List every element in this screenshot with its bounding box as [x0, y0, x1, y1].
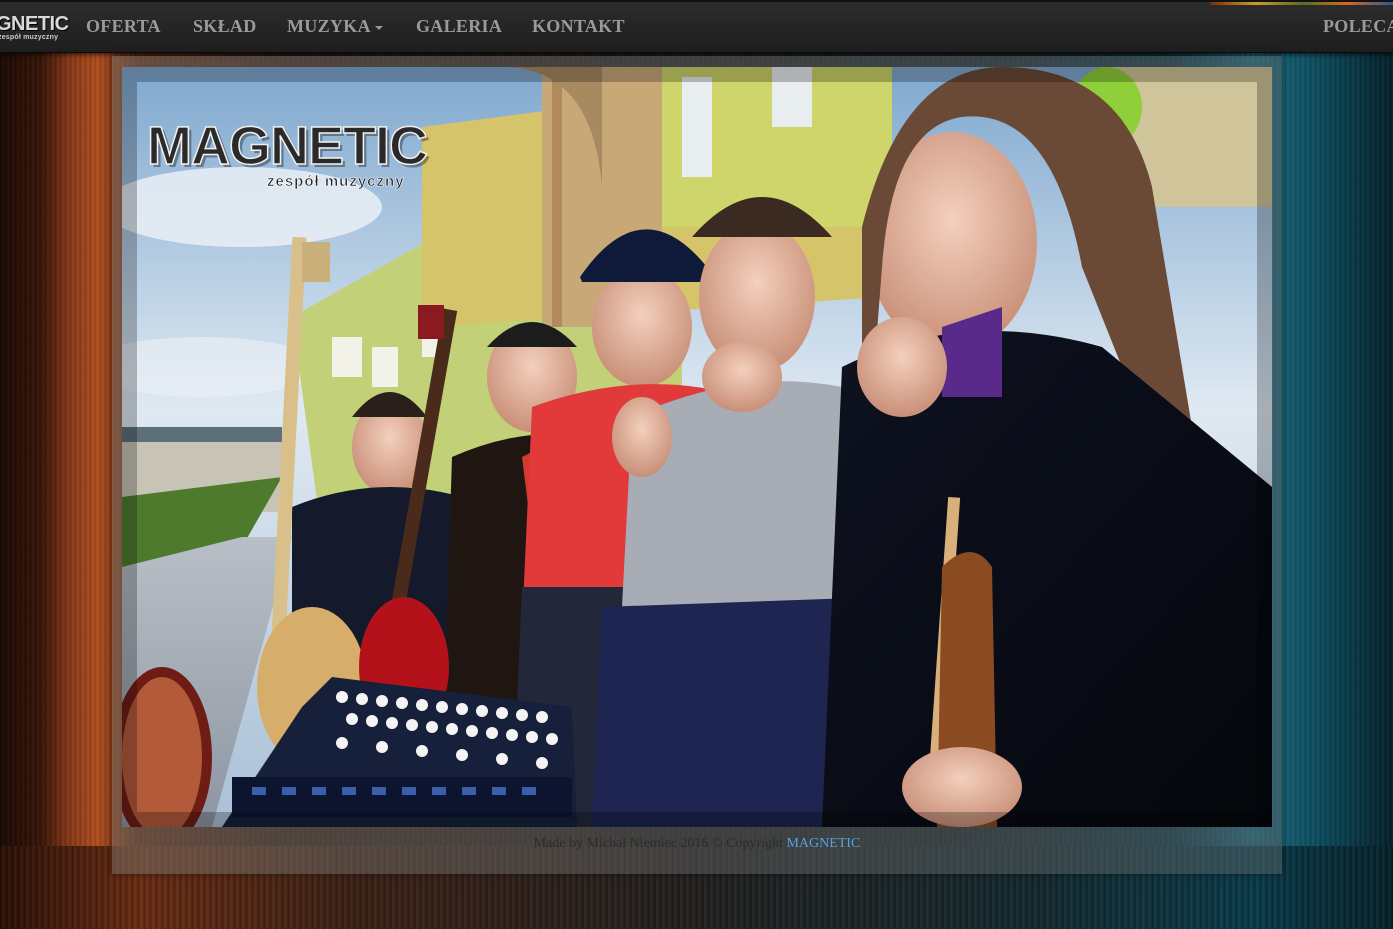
brand-subtitle: zespół muzyczny: [0, 34, 59, 41]
hero-logo: MAGNETIC zespół muzyczny: [146, 116, 428, 190]
nav-item-sklad[interactable]: SKŁAD: [193, 16, 257, 37]
brand-name: GNETIC: [0, 13, 69, 35]
nav-item-oferta[interactable]: OFERTA: [86, 16, 161, 37]
nav-item-galeria[interactable]: GALERIA: [416, 16, 502, 37]
nav-item-kontakt[interactable]: KONTAKT: [532, 16, 625, 37]
band-photo: MAGNETIC zespół muzyczny: [122, 67, 1272, 827]
nav-item-muzyka[interactable]: MUZYKA: [287, 16, 383, 37]
brand-logo[interactable]: GNETIC zespół muzyczny: [0, 14, 74, 48]
nav-item-polecamy[interactable]: POLECA: [1323, 16, 1393, 37]
nav-item-muzyka-label: MUZYKA: [287, 16, 371, 36]
hero-logo-subtitle: zespół muzyczny: [267, 173, 405, 191]
hero-logo-text: MAGNETIC: [146, 116, 428, 176]
footer-copyright: Made by Michał Niemiec 2016 © Copyright: [533, 836, 783, 851]
top-navbar: GNETIC zespół muzyczny OFERTA SKŁAD MUZY…: [0, 0, 1393, 53]
decorative-strip: [1210, 2, 1393, 5]
footer: Made by Michał Niemiec 2016 © Copyright …: [112, 836, 1282, 852]
caret-down-icon: [374, 25, 383, 30]
footer-link-magnetic[interactable]: MAGNETIC: [786, 836, 860, 851]
